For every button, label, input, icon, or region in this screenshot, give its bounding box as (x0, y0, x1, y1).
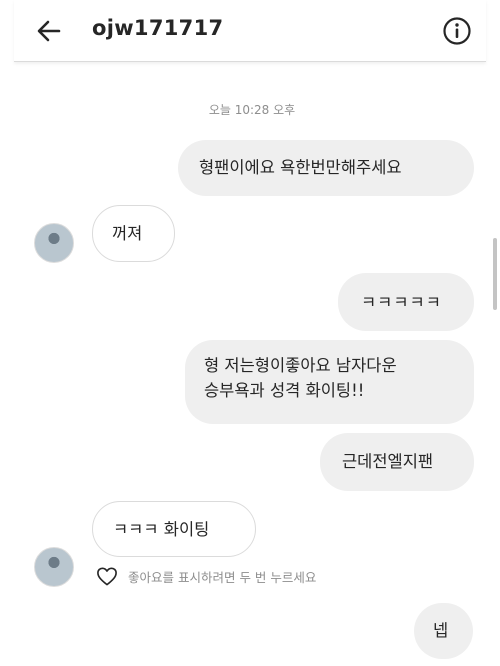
sent-message[interactable]: 형팬이에요 욕한번만해주세요 (178, 140, 474, 196)
chat-username[interactable]: ojw171717 (92, 16, 223, 40)
info-icon (443, 17, 471, 45)
back-button[interactable] (34, 16, 64, 46)
info-button[interactable] (442, 16, 472, 46)
timestamp-text: 오늘 10:28 오후 (208, 103, 296, 117)
avatar[interactable] (34, 547, 74, 587)
chat-header: ojw171717 (14, 0, 486, 62)
like-hint: 좋아요를 표시하려면 두 번 누르세요 (96, 565, 316, 587)
message-timestamp: 오늘 10:28 오후 (0, 101, 500, 118)
message-text: ㅋㅋㅋ 화이팅 (113, 520, 210, 539)
sent-message[interactable]: 넵 (414, 603, 473, 659)
message-text: 넵 (433, 621, 449, 640)
scrollbar[interactable] (493, 238, 497, 310)
sent-message[interactable]: 형 저는형이좋아요 남자다운 승부욕과 성격 화이팅!! (185, 340, 474, 424)
heart-outline-icon[interactable] (96, 566, 118, 586)
received-message[interactable]: 꺼져 (92, 205, 175, 262)
received-message[interactable]: ㅋㅋㅋ 화이팅 (92, 501, 256, 557)
sent-message[interactable]: 근데전엘지팬 (320, 433, 474, 491)
avatar[interactable] (34, 223, 74, 263)
message-text: 근데전엘지팬 (342, 452, 434, 471)
message-text: 형팬이에요 욕한번만해주세요 (199, 158, 402, 177)
message-text-line: 승부욕과 성격 화이팅!! (204, 381, 365, 400)
sent-message[interactable]: ㅋㅋㅋㅋㅋ (338, 273, 474, 331)
like-hint-text: 좋아요를 표시하려면 두 번 누르세요 (128, 569, 317, 585)
message-text: ㅋㅋㅋㅋㅋ (361, 293, 442, 312)
message-text-line: 형 저는형이좋아요 남자다운 (204, 356, 397, 375)
arrow-left-icon (37, 20, 61, 42)
message-text: 꺼져 (112, 224, 143, 243)
